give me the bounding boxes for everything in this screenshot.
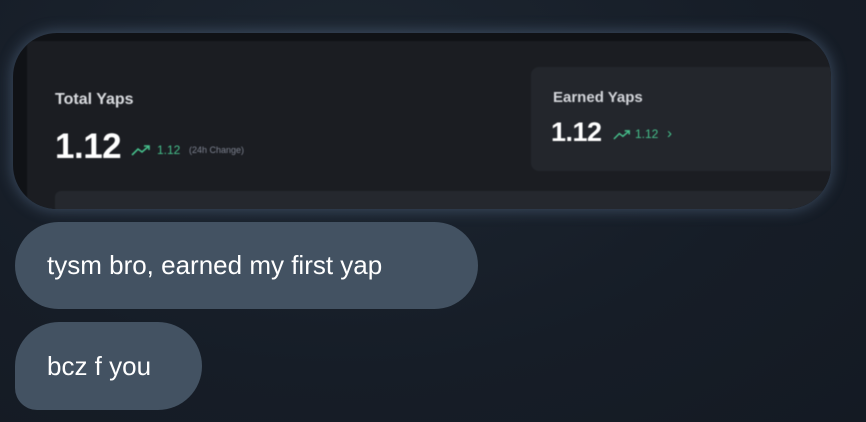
message-bubble[interactable]: tysm bro, earned my first yap	[15, 222, 478, 309]
message-text: bcz f you	[47, 350, 152, 381]
message-text: tysm bro, earned my first yap	[47, 250, 383, 280]
earned-yaps-title: Earned Yaps	[553, 89, 643, 106]
lower-panel	[55, 191, 831, 209]
chevron-right-icon: ›	[667, 125, 672, 142]
chat-view: Total Yaps 1.12 1.12 (24h Change) Earned…	[0, 0, 866, 422]
message-bubble[interactable]: bcz f you	[15, 322, 202, 410]
earned-yaps-value: 1.12	[551, 117, 602, 147]
total-yaps-change-label: (24h Change)	[189, 145, 245, 155]
earned-yaps-card: Earned Yaps 1.12 1.12 ›	[531, 67, 831, 171]
trend-up-icon	[131, 144, 151, 156]
earned-yaps-change: 1.12	[635, 127, 659, 141]
trend-up-icon	[613, 129, 631, 140]
total-yaps-change: 1.12	[157, 143, 181, 157]
total-yaps-title: Total Yaps	[55, 91, 134, 108]
total-yaps-value: 1.12	[55, 127, 122, 166]
yaps-dashboard-image: Total Yaps 1.12 1.12 (24h Change) Earned…	[27, 41, 831, 209]
screenshot-attachment[interactable]: Total Yaps 1.12 1.12 (24h Change) Earned…	[13, 33, 831, 209]
